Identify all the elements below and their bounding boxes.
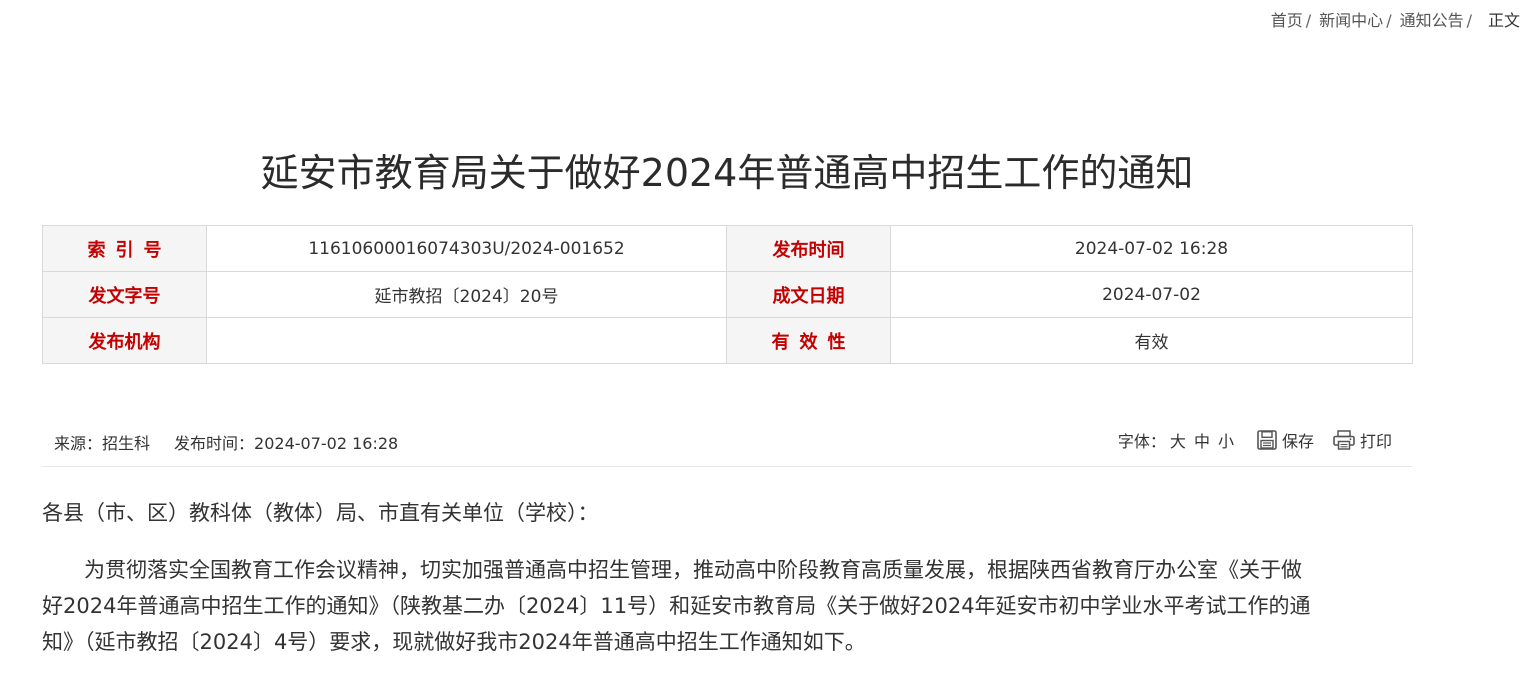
breadcrumb-current: 正文 [1487,11,1520,30]
breadcrumb-notices-link[interactable]: 通知公告 [1400,11,1464,30]
doc-number-label: 发文字号 [42,271,207,318]
page-title: 延安市教育局关于做好2024年普通高中招生工作的通知 [260,151,1194,195]
font-large-button[interactable]: 大 [1170,428,1186,452]
breadcrumb-separator: / [1386,11,1392,30]
article-info-bar: 来源：招生科 发布时间：2024-07-02 16:28 字体： 大 中 小 保存 [42,418,1412,467]
print-button[interactable]: 打印 [1332,428,1392,452]
breadcrumb: 首页 / 新闻中心 / 通知公告 / 正文 [1271,10,1520,32]
issuer-value [206,317,727,364]
salutation: 各县（市、区）教科体（教体）局、市直有关单位（学校）： [42,501,599,525]
print-label: 打印 [1359,432,1392,451]
font-medium-button[interactable]: 中 [1194,428,1210,452]
metadata-row: 发文字号 延市教招〔2024〕20号 成文日期 2024-07-02 [42,271,1413,318]
font-size-label: 字体： [1117,432,1166,451]
article-source-info: 来源：招生科 发布时间：2024-07-02 16:28 [54,430,398,454]
publish-time-value: 2024-07-02 16:28 [890,225,1413,272]
issuer-label: 发布机构 [42,317,207,364]
breadcrumb-separator: / [1466,11,1472,30]
metadata-table: 索引号 11610600016074303U/2024-001652 发布时间 … [42,225,1413,364]
time-value: 2024-07-02 16:28 [254,434,399,453]
paragraph-line: 为贯彻落实全国教育工作会议精神，切实加强普通高中招生管理，推动高中阶段教育高质量… [84,558,1302,582]
index-label: 索引号 [42,225,207,272]
source-label: 来源： [54,434,103,453]
printer-icon [1333,430,1355,450]
font-small-button[interactable]: 小 [1218,428,1234,452]
written-date-value: 2024-07-02 [890,271,1413,318]
breadcrumb-news-center-link[interactable]: 新闻中心 [1319,11,1383,30]
source-value: 招生科 [102,434,151,453]
index-value: 11610600016074303U/2024-001652 [206,225,727,272]
paragraph-line: 好2024年普通高中招生工作的通知》（陕教基二办〔2024〕11号）和延安市教育… [42,594,1311,618]
doc-number-value: 延市教招〔2024〕20号 [206,271,727,318]
save-icon [1257,430,1277,450]
validity-label: 有效性 [726,317,891,364]
article-tools: 字体： 大 中 小 保存 打印 [1118,428,1392,452]
metadata-row: 索引号 11610600016074303U/2024-001652 发布时间 … [42,225,1413,272]
validity-value: 有效 [890,317,1413,364]
paragraph-line: 知》（延市教招〔2024〕4号）要求，现就做好我市2024年普通高中招生工作通知… [42,630,866,654]
save-label: 保存 [1281,432,1314,451]
breadcrumb-separator: / [1305,11,1312,30]
publish-time-label: 发布时间 [726,225,891,272]
time-label: 发布时间： [174,434,255,453]
breadcrumb-home-link[interactable]: 首页 [1271,11,1303,30]
written-date-label: 成文日期 [726,271,891,318]
body-paragraph: 为贯彻落实全国教育工作会议精神，切实加强普通高中招生管理，推动高中阶段教育高质量… [42,552,1414,660]
save-button[interactable]: 保存 [1256,428,1314,452]
metadata-row: 发布机构 有效性 有效 [42,317,1413,364]
